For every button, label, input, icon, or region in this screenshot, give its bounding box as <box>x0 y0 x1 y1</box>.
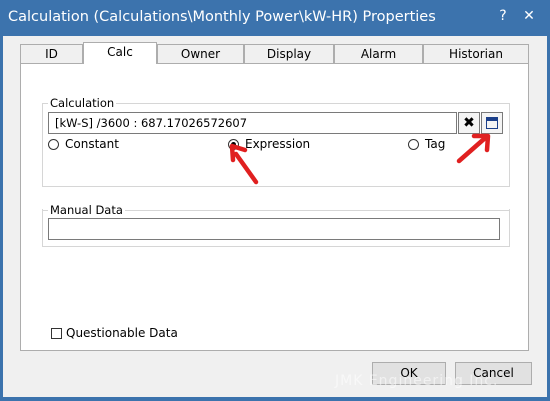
expression-field[interactable]: [kW-S] /3600 : 687.17026572607 <box>48 112 457 134</box>
tab-id[interactable]: ID <box>20 44 83 63</box>
tab-historian[interactable]: Historian <box>423 44 529 63</box>
checkbox-icon <box>51 328 62 339</box>
radio-tag-indicator <box>408 139 419 150</box>
dialog-body: ID Calc Owner Display Alarm Historian Ca… <box>3 36 547 397</box>
manual-data-legend: Manual Data <box>48 203 125 217</box>
questionable-data-label: Questionable Data <box>66 326 178 340</box>
window-icon <box>486 117 498 129</box>
dialog-title: Calculation (Calculations\Monthly Power\… <box>8 9 436 25</box>
help-button[interactable]: ? <box>494 8 512 24</box>
manual-data-input[interactable] <box>48 218 500 240</box>
tab-display[interactable]: Display <box>244 44 334 63</box>
annotation-arrow-editor <box>456 133 491 164</box>
watermark: JMK Engineering Inc. <box>335 373 499 389</box>
properties-dialog: Calculation (Calculations\Monthly Power\… <box>0 0 550 401</box>
tab-owner[interactable]: Owner <box>157 44 244 63</box>
title-bar: Calculation (Calculations\Monthly Power\… <box>0 0 550 36</box>
tab-alarm[interactable]: Alarm <box>334 44 423 63</box>
radio-constant-indicator <box>48 139 59 150</box>
radio-constant[interactable]: Constant <box>48 137 119 151</box>
calc-tab-panel: Calculation [kW-S] /3600 : 687.170265726… <box>20 63 529 351</box>
radio-tag-label: Tag <box>425 137 446 151</box>
annotation-arrow-expression <box>229 143 259 185</box>
close-icon: ✖ <box>463 115 475 131</box>
questionable-data-checkbox[interactable]: Questionable Data <box>51 326 178 340</box>
radio-tag[interactable]: Tag <box>408 137 445 151</box>
close-button[interactable]: ✕ <box>520 8 538 24</box>
calculation-legend: Calculation <box>48 96 117 110</box>
radio-constant-label: Constant <box>65 137 119 151</box>
tab-calc[interactable]: Calc <box>83 42 157 64</box>
